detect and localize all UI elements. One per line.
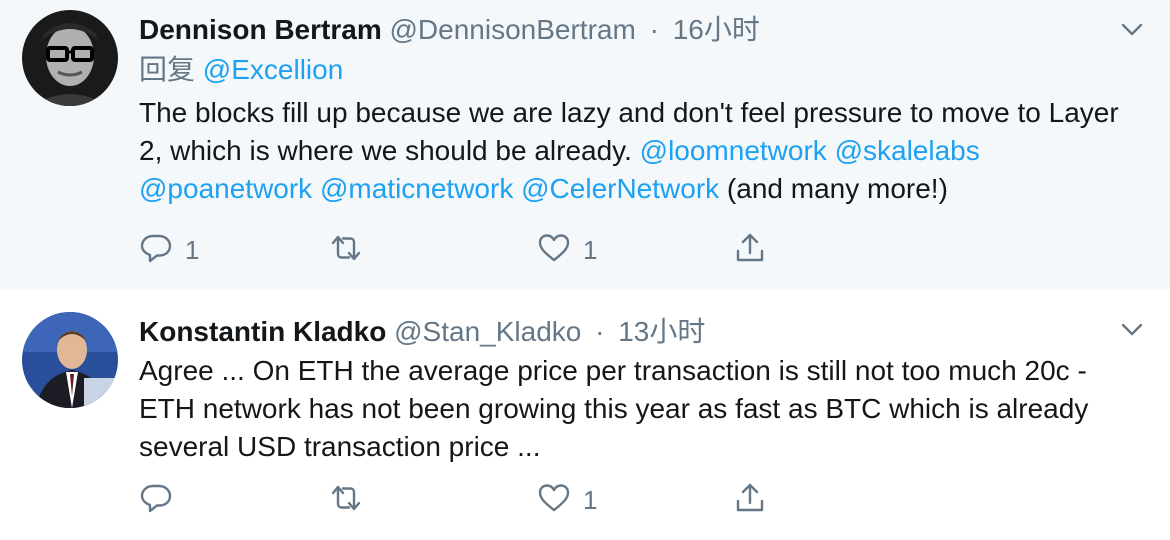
tweet-dennison[interactable]: Dennison Bertram @DennisonBertram · 16小时… (0, 0, 1170, 290)
reply-context: 回复 @Excellion (139, 50, 1130, 90)
avatar[interactable] (22, 312, 118, 408)
mention-link[interactable]: @skalelabs (835, 135, 980, 166)
reply-to-mention[interactable]: @Excellion (203, 54, 343, 85)
tweet-konstantin[interactable]: Konstantin Kladko @Stan_Kladko · 13小时 Ag… (0, 290, 1170, 540)
mention-link[interactable]: @poanetwork (139, 173, 312, 204)
reply-label: 回复 (139, 54, 196, 85)
tweet-text: Agree ... On ETH the average price per t… (139, 355, 1089, 462)
like-button[interactable]: 1 (537, 228, 597, 272)
heart-icon (537, 231, 571, 270)
timestamp[interactable]: 16小时 (673, 14, 760, 45)
like-count: 1 (583, 484, 598, 515)
chevron-down-icon[interactable] (1118, 16, 1146, 44)
retweet-icon (329, 481, 363, 520)
share-icon (733, 481, 767, 520)
display-name[interactable]: Dennison Bertram (139, 14, 382, 45)
user-handle[interactable]: @Stan_Kladko (394, 316, 581, 347)
reply-button[interactable] (139, 478, 185, 522)
timestamp[interactable]: 13小时 (618, 316, 705, 347)
tweet-text: The blocks fill up because we are lazy a… (139, 94, 1130, 208)
reply-icon (139, 231, 173, 270)
like-count: 1 (583, 234, 598, 265)
retweet-icon (329, 231, 363, 270)
user-handle[interactable]: @DennisonBertram (390, 14, 636, 45)
display-name[interactable]: Konstantin Kladko (139, 316, 386, 347)
like-button[interactable]: 1 (537, 478, 597, 522)
chevron-down-icon[interactable] (1118, 316, 1146, 344)
retweet-button[interactable] (329, 478, 375, 522)
reply-icon (139, 481, 173, 520)
tweet-text-part: (and many more!) (719, 173, 948, 204)
tweet-header: Dennison Bertram @DennisonBertram · 16小时 (139, 10, 1130, 50)
heart-icon (537, 481, 571, 520)
share-button[interactable] (733, 228, 767, 272)
retweet-button[interactable] (329, 228, 375, 272)
reply-button[interactable]: 1 (139, 228, 199, 272)
tweet-header: Konstantin Kladko @Stan_Kladko · 13小时 (139, 312, 1130, 352)
separator-dot: · (595, 316, 605, 347)
share-button[interactable] (733, 478, 767, 522)
mention-link[interactable]: @maticnetwork (320, 173, 513, 204)
mention-link[interactable]: @loomnetwork (640, 135, 827, 166)
share-icon (733, 231, 767, 270)
avatar[interactable] (22, 10, 118, 106)
mention-link[interactable]: @CelerNetwork (521, 173, 719, 204)
reply-count: 1 (185, 234, 200, 265)
separator-dot: · (649, 14, 659, 45)
